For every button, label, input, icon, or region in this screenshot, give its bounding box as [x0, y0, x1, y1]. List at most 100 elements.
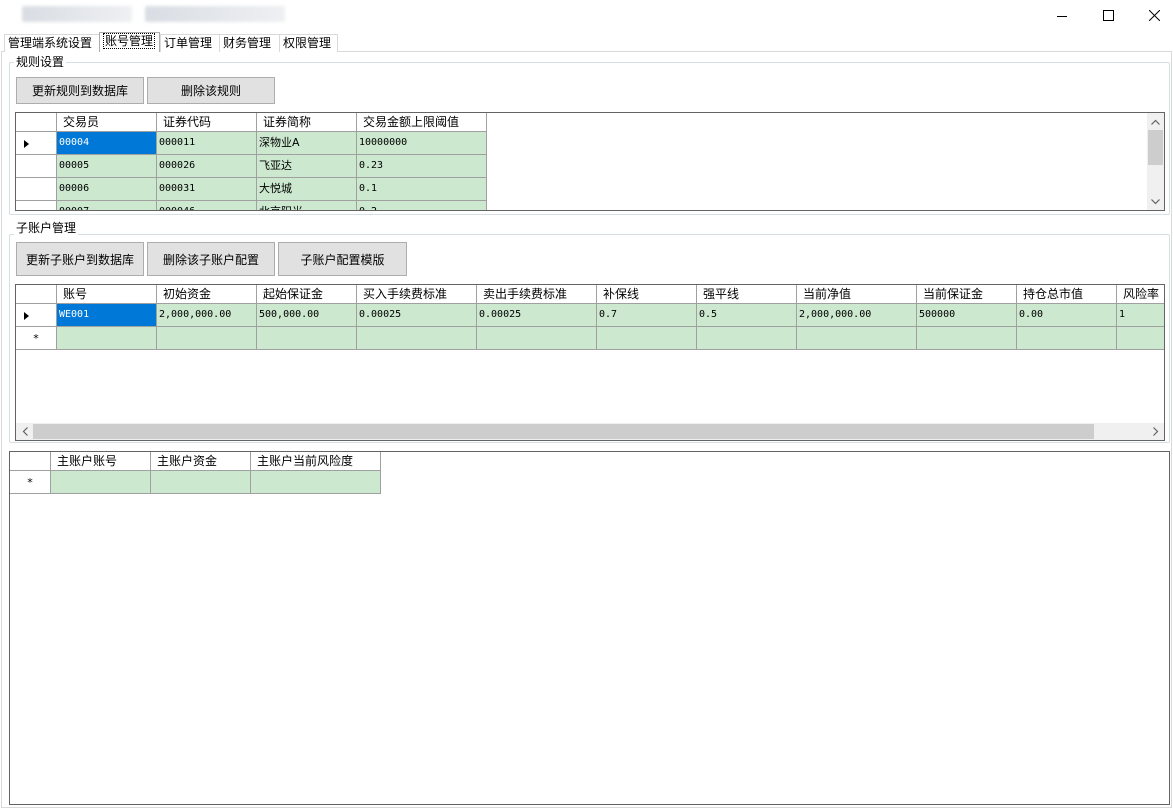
- table-cell[interactable]: 深物业A: [257, 132, 357, 155]
- scroll-down-icon[interactable]: [1147, 193, 1164, 210]
- table-cell[interactable]: 000011: [157, 132, 257, 155]
- update-subaccount-button[interactable]: 更新子账户到数据库: [16, 242, 144, 276]
- rules-col-security-name[interactable]: 证券简称: [257, 113, 357, 132]
- sub-col-initial-margin[interactable]: 起始保证金: [257, 285, 357, 304]
- table-cell[interactable]: 000046: [157, 201, 257, 210]
- table-cell[interactable]: 0.7: [597, 304, 697, 327]
- table-cell[interactable]: 00006: [57, 178, 157, 201]
- delete-rule-button[interactable]: 删除该规则: [147, 77, 275, 104]
- tab-account-management[interactable]: 账号管理: [99, 32, 160, 52]
- table-cell-empty[interactable]: [357, 327, 477, 350]
- scroll-thumb[interactable]: [1148, 130, 1163, 165]
- table-cell[interactable]: 1: [1117, 304, 1164, 327]
- sub-col-risk-rate[interactable]: 风险率: [1117, 285, 1164, 304]
- subaccount-horizontal-scrollbar[interactable]: [16, 423, 1164, 440]
- new-row-marker[interactable]: *: [16, 327, 57, 350]
- table-cell[interactable]: 00005: [57, 155, 157, 178]
- main-col-capital[interactable]: 主账户资金: [151, 452, 251, 471]
- sub-col-position-value[interactable]: 持仓总市值: [1017, 285, 1117, 304]
- table-cell[interactable]: WE001: [57, 304, 157, 327]
- main-corner-header: [10, 452, 51, 471]
- scroll-thumb[interactable]: [33, 424, 1094, 439]
- table-cell[interactable]: 北京阳光: [257, 201, 357, 210]
- table-cell-empty[interactable]: [257, 327, 357, 350]
- subaccount-row-header[interactable]: [16, 304, 57, 327]
- rules-col-security-code[interactable]: 证券代码: [157, 113, 257, 132]
- table-cell-empty[interactable]: [57, 327, 157, 350]
- close-icon: [1148, 10, 1160, 21]
- table-cell[interactable]: 00007: [57, 201, 157, 210]
- sub-col-net-value[interactable]: 当前净值: [797, 285, 917, 304]
- tab-label: 管理端系统设置: [8, 36, 93, 50]
- table-cell[interactable]: 2,000,000.00: [797, 304, 917, 327]
- scroll-left-icon[interactable]: [16, 423, 33, 440]
- tab-strip: 管理端系统设置 账号管理 订单管理 财务管理 权限管理: [0, 31, 1173, 52]
- sub-col-initial-capital[interactable]: 初始资金: [157, 285, 257, 304]
- table-cell-empty[interactable]: [157, 327, 257, 350]
- table-cell[interactable]: 500,000.00: [257, 304, 357, 327]
- maximize-button[interactable]: [1085, 0, 1131, 31]
- subaccount-grid[interactable]: 账号 初始资金 起始保证金 买入手续费标准 卖出手续费标准 补保线 强平线 当前…: [15, 284, 1165, 441]
- main-col-risk[interactable]: 主账户当前风险度: [251, 452, 381, 471]
- table-cell-empty[interactable]: [151, 471, 251, 494]
- table-cell[interactable]: 10000000: [357, 132, 487, 155]
- sub-col-margin-call-line[interactable]: 补保线: [597, 285, 697, 304]
- sub-col-account[interactable]: 账号: [57, 285, 157, 304]
- table-cell[interactable]: 0.1: [357, 178, 487, 201]
- table-cell[interactable]: 0.00025: [357, 304, 477, 327]
- table-cell-empty[interactable]: [597, 327, 697, 350]
- tab-page-top-border: [338, 51, 1172, 52]
- rules-row-header[interactable]: [16, 155, 57, 178]
- table-cell[interactable]: 0.2: [357, 201, 487, 210]
- rules-col-amount-limit[interactable]: 交易金额上限阈值: [357, 113, 487, 132]
- scroll-right-icon[interactable]: [1147, 423, 1164, 440]
- table-cell[interactable]: 0.23: [357, 155, 487, 178]
- table-cell-empty[interactable]: [1017, 327, 1117, 350]
- rules-row-header[interactable]: [16, 132, 57, 155]
- table-cell-empty[interactable]: [1117, 327, 1164, 350]
- subaccount-template-button[interactable]: 子账户配置模版: [278, 242, 407, 276]
- rules-grid[interactable]: 交易员 证券代码 证券简称 交易金额上限阈值 00004 000011 深物业A…: [15, 112, 1165, 211]
- new-row-marker[interactable]: *: [10, 471, 51, 494]
- delete-subaccount-config-button[interactable]: 删除该子账户配置: [147, 242, 275, 276]
- rules-row-header[interactable]: [16, 178, 57, 201]
- rules-group-title: 规则设置: [14, 55, 67, 69]
- current-row-arrow-icon: [24, 312, 29, 320]
- table-cell-empty[interactable]: [697, 327, 797, 350]
- table-cell-empty[interactable]: [51, 471, 151, 494]
- table-cell[interactable]: 00004: [57, 132, 157, 155]
- update-rules-button[interactable]: 更新规则到数据库: [16, 77, 144, 104]
- minimize-button[interactable]: [1039, 0, 1085, 31]
- current-row-arrow-icon: [24, 140, 29, 148]
- main-col-account[interactable]: 主账户账号: [51, 452, 151, 471]
- table-cell-empty[interactable]: [917, 327, 1017, 350]
- table-cell[interactable]: 500000: [917, 304, 1017, 327]
- table-cell[interactable]: 飞亚达: [257, 155, 357, 178]
- tab-order-management[interactable]: 订单管理: [160, 34, 220, 52]
- rules-row-header[interactable]: [16, 201, 57, 210]
- table-cell[interactable]: 0.00025: [477, 304, 597, 327]
- sub-col-buy-fee[interactable]: 买入手续费标准: [357, 285, 477, 304]
- sub-col-sell-fee[interactable]: 卖出手续费标准: [477, 285, 597, 304]
- sub-col-liquidation-line[interactable]: 强平线: [697, 285, 797, 304]
- table-cell-empty[interactable]: [477, 327, 597, 350]
- subaccount-group-title: 子账户管理: [14, 221, 79, 235]
- tab-label: 权限管理: [283, 36, 332, 50]
- rules-vertical-scrollbar[interactable]: [1147, 113, 1164, 210]
- table-cell[interactable]: 大悦城: [257, 178, 357, 201]
- table-cell-empty[interactable]: [251, 471, 381, 494]
- table-cell[interactable]: 000026: [157, 155, 257, 178]
- scroll-up-icon[interactable]: [1147, 113, 1164, 130]
- main-account-grid[interactable]: 主账户账号 主账户资金 主账户当前风险度 *: [9, 451, 1170, 805]
- rules-col-trader[interactable]: 交易员: [57, 113, 157, 132]
- tab-admin-settings[interactable]: 管理端系统设置: [4, 34, 100, 52]
- table-cell[interactable]: 0.00: [1017, 304, 1117, 327]
- table-cell[interactable]: 0.5: [697, 304, 797, 327]
- close-button[interactable]: [1131, 0, 1173, 31]
- tab-finance-management[interactable]: 财务管理: [219, 34, 280, 52]
- tab-permission-management[interactable]: 权限管理: [279, 34, 338, 52]
- table-cell-empty[interactable]: [797, 327, 917, 350]
- table-cell[interactable]: 2,000,000.00: [157, 304, 257, 327]
- sub-col-current-margin[interactable]: 当前保证金: [917, 285, 1017, 304]
- table-cell[interactable]: 000031: [157, 178, 257, 201]
